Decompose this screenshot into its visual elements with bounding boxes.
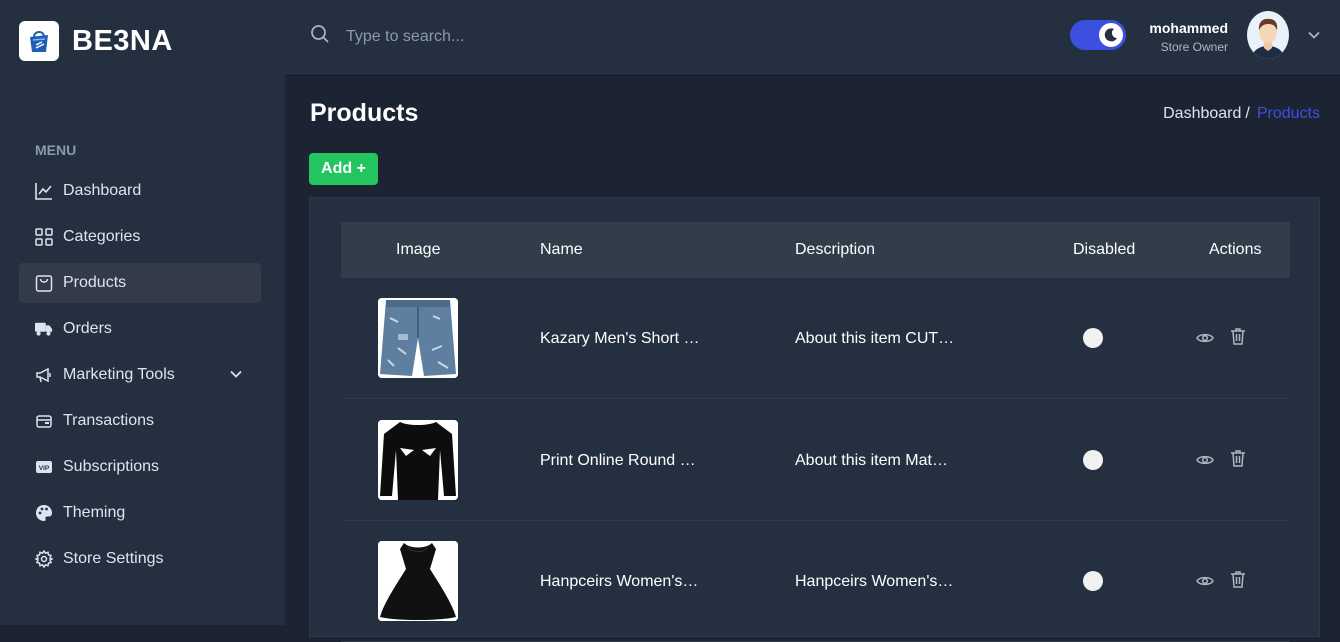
search-icon[interactable] [310,24,330,49]
user-role: Store Owner [1160,40,1228,54]
breadcrumb-current: Products [1256,105,1320,122]
toggle-knob [1083,450,1103,470]
column-header-description: Description [795,241,876,258]
column-header-actions: Actions [1209,241,1262,258]
vip-icon: VIP [35,458,53,476]
trash-icon[interactable] [1230,570,1246,593]
palette-icon [35,504,53,522]
sidebar-item-label: Store Settings [63,550,164,567]
search-bar [310,24,646,49]
bag-icon [35,274,53,292]
product-name: Print Online Round … [540,452,696,469]
product-description: Hanpceirs Women's… [795,573,954,590]
sidebar: BE3NA MENU Dashboard Categories Products [0,0,285,625]
sidebar-item-label: Transactions [63,412,154,429]
table-header: Image Name Description Disabled Actions [341,222,1290,278]
trash-icon[interactable] [1230,327,1246,350]
trash-icon[interactable] [1230,449,1246,472]
page-title: Products [310,99,419,127]
product-image-denim-shorts [378,298,458,378]
product-image-black-dress [378,541,458,621]
sidebar-item-theming[interactable]: Theming [19,493,261,533]
sidebar-item-categories[interactable]: Categories [19,217,261,257]
sidebar-item-label: Marketing Tools [63,366,175,383]
toggle-knob [1083,328,1103,348]
svg-text:VIP: VIP [39,465,50,472]
product-name: Kazary Men's Short … [540,330,700,347]
disabled-toggle[interactable] [1083,328,1123,348]
column-header-image: Image [396,241,441,258]
avatar[interactable] [1247,11,1289,59]
user-name: mohammed [1149,20,1228,36]
disabled-toggle[interactable] [1083,571,1123,591]
sidebar-item-label: Theming [63,504,126,521]
wallet-icon [35,412,53,430]
shopping-bag-logo-icon [19,21,59,61]
sidebar-item-orders[interactable]: Orders [19,309,261,349]
sidebar-item-label: Products [63,274,127,291]
breadcrumb-dashboard-link[interactable]: Dashboard [1163,105,1241,123]
sidebar-item-dashboard[interactable]: Dashboard [19,171,261,211]
column-header-name: Name [540,241,583,258]
add-product-button[interactable]: Add + [309,153,378,185]
eye-icon[interactable] [1196,451,1214,474]
sidebar-menu: Dashboard Categories Products Orders Mar… [19,171,261,585]
brand-name: BE3NA [72,24,173,57]
product-name: Hanpceirs Women's… [540,573,699,590]
chevron-down-icon[interactable] [1307,28,1321,47]
brand[interactable]: BE3NA [19,21,173,61]
grid-icon [35,228,53,246]
sidebar-item-products[interactable]: Products [19,263,261,303]
sidebar-item-label: Categories [63,228,141,245]
table-row: Kazary Men's Short … About this item CUT… [341,278,1290,399]
eye-icon[interactable] [1196,329,1214,352]
chart-line-icon [35,182,53,200]
dark-mode-toggle[interactable] [1070,20,1126,50]
breadcrumb-separator: / [1245,105,1250,122]
sidebar-item-label: Subscriptions [63,458,160,475]
megaphone-icon [35,366,53,384]
gear-icon [35,550,53,568]
products-table: Image Name Description Disabled Actions … [309,197,1320,642]
sidebar-item-store-settings[interactable]: Store Settings [19,539,261,579]
product-description: About this item Mat… [795,452,948,469]
toggle-knob [1083,571,1103,591]
truck-icon [35,320,53,338]
product-image-black-shirt [378,420,458,500]
sidebar-item-subscriptions[interactable]: VIP Subscriptions [19,447,261,487]
eye-icon[interactable] [1196,572,1214,595]
sidebar-item-label: Orders [63,320,112,337]
chevron-down-icon[interactable] [229,367,243,386]
table-row: Print Online Round … About this item Mat… [341,400,1290,521]
search-input[interactable] [346,27,646,46]
user-info[interactable]: mohammed Store Owner [1145,20,1228,54]
sidebar-item-transactions[interactable]: Transactions [19,401,261,441]
table-row: Hanpceirs Women's… Hanpceirs Women's… [341,521,1290,642]
sidebar-item-label: Dashboard [63,182,142,199]
column-header-disabled: Disabled [1073,241,1136,258]
product-description: About this item CUT… [795,330,955,347]
menu-heading: MENU [35,142,77,158]
disabled-toggle[interactable] [1083,450,1123,470]
sidebar-item-marketing-tools[interactable]: Marketing Tools [19,355,261,395]
top-header: mohammed Store Owner [285,0,1340,74]
breadcrumb: Dashboard / Products [1163,105,1320,123]
moon-icon [1099,23,1123,47]
